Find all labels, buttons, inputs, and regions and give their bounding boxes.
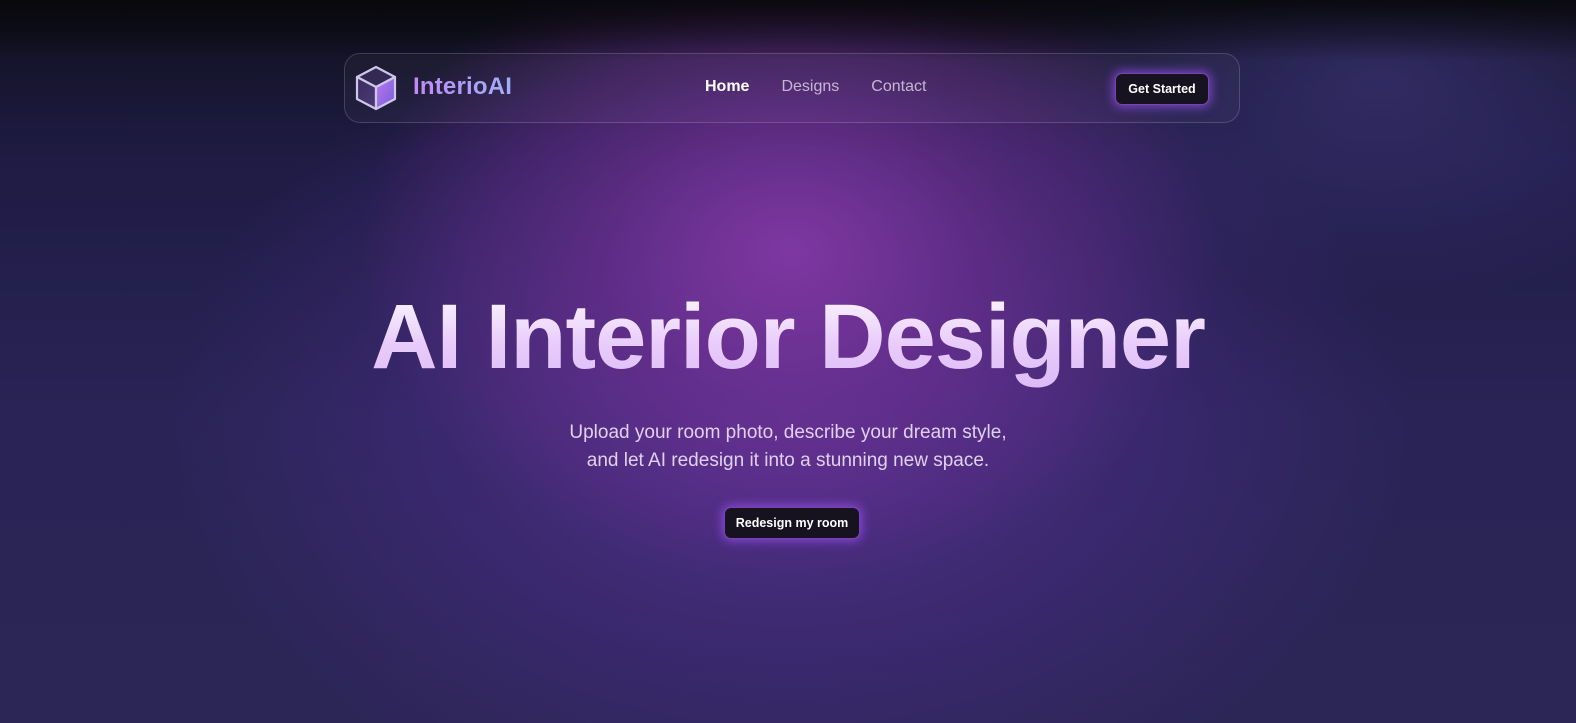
brand-name[interactable]: InterioAI <box>413 73 512 101</box>
nav-link-contact[interactable]: Contact <box>871 78 926 96</box>
cube-icon[interactable] <box>354 64 398 112</box>
get-started-button[interactable]: Get Started <box>1115 73 1209 105</box>
navbar: InterioAI Home Designs Contact Get Start… <box>344 53 1240 123</box>
top-shade <box>0 0 1576 60</box>
nav-link-home[interactable]: Home <box>705 78 749 96</box>
hero-title: AI Interior Designer <box>0 282 1576 392</box>
nav-links: Home Designs Contact <box>705 78 926 96</box>
hero-subtitle-line-1: Upload your room photo, describe your dr… <box>569 422 1007 443</box>
hero-subtitle: Upload your room photo, describe your dr… <box>0 419 1576 475</box>
redesign-room-button[interactable]: Redesign my room <box>724 507 860 539</box>
hero-subtitle-line-2: and let AI redesign it into a stunning n… <box>586 450 990 471</box>
nav-link-designs[interactable]: Designs <box>781 78 839 96</box>
